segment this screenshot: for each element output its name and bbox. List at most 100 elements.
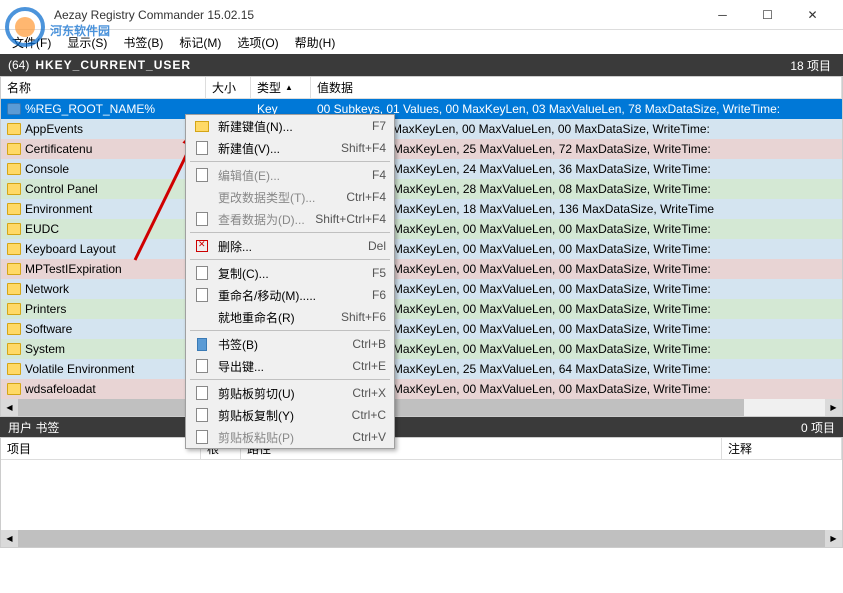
context-menu-item[interactable]: 删除... Del [186, 235, 394, 257]
folder-icon [7, 263, 21, 275]
col-name[interactable]: 名称 [1, 77, 206, 98]
bottom-header: 用户 书签 0 项目 [0, 417, 843, 437]
scroll-right-icon[interactable]: ▶ [825, 399, 842, 416]
bcol-project[interactable]: 项目 [1, 438, 201, 459]
row-name: Control Panel [25, 182, 98, 196]
registry-table: 名称 大小 类型 值数据 %REG_ROOT_NAME% Key 00 Subk… [0, 76, 843, 417]
table-row[interactable]: System 00 Values, 17 MaxKeyLen, 00 MaxVa… [1, 339, 842, 359]
table-row[interactable]: Printers 00 Values, 14 MaxKeyLen, 00 Max… [1, 299, 842, 319]
folder-icon [7, 303, 21, 315]
menu-shortcut: Ctrl+C [326, 408, 386, 422]
menu-label: 编辑值(E)... [218, 167, 318, 184]
table-row[interactable]: wdsafeloadat 00 Values, 15 MaxKeyLen, 00… [1, 379, 842, 399]
context-menu-item[interactable]: 重命名/移动(M).....F6 [186, 284, 394, 306]
context-menu-item[interactable]: 就地重命名(R)Shift+F6 [186, 306, 394, 328]
row-name: System [25, 342, 65, 356]
table-row[interactable]: Console 34 Values, 59 MaxKeyLen, 24 MaxV… [1, 159, 842, 179]
menu-view[interactable]: 显示(S) [59, 32, 115, 53]
bottom-count: 0 项目 [801, 419, 835, 436]
row-name: %REG_ROOT_NAME% [25, 102, 155, 116]
folder-icon [7, 143, 21, 155]
col-data[interactable]: 值数据 [311, 77, 842, 98]
menu-separator [190, 379, 390, 380]
menu-label: 就地重命名(R) [218, 309, 318, 326]
table-row[interactable]: Network 00 Values, 00 MaxKeyLen, 00 MaxV… [1, 279, 842, 299]
table-row[interactable]: AppEvents 00 Values, 11 MaxKeyLen, 00 Ma… [1, 119, 842, 139]
table-row[interactable]: Software 00 Values, 38 MaxKeyLen, 00 Max… [1, 319, 842, 339]
menu-label: 书签(B) [218, 336, 318, 353]
folder-icon [7, 183, 21, 195]
menu-icon [194, 140, 210, 156]
bottom-hscrollbar[interactable]: ◀ ▶ [1, 530, 842, 547]
scroll-left-icon[interactable]: ◀ [1, 530, 18, 547]
table-row[interactable]: MPTestIExpiration 00 Values, 00 MaxKeyLe… [1, 259, 842, 279]
table-body: %REG_ROOT_NAME% Key 00 Subkeys, 01 Value… [1, 99, 842, 399]
bcol-note[interactable]: 注释 [722, 438, 842, 459]
menu-label: 剪贴板复制(Y) [218, 407, 318, 424]
context-menu-item[interactable]: 新建键值(N)... F7 [186, 115, 394, 137]
folder-icon [7, 243, 21, 255]
context-menu-item[interactable]: 剪贴板剪切(U)Ctrl+X [186, 382, 394, 404]
menu-icon [194, 265, 210, 281]
folder-icon [7, 363, 21, 375]
menu-label: 删除... [218, 238, 318, 255]
context-menu-item[interactable]: 导出键...Ctrl+E [186, 355, 394, 377]
context-menu-item[interactable]: 书签(B)Ctrl+B [186, 333, 394, 355]
bookmark-body [1, 460, 842, 530]
close-button[interactable]: ✕ [790, 1, 835, 29]
hscrollbar[interactable]: ◀ ▶ [1, 399, 842, 416]
table-row[interactable]: Volatile Environment 08 Values, 01 MaxKe… [1, 359, 842, 379]
table-row[interactable]: Certificatenu 00 Values, 14 MaxKeyLen, 2… [1, 139, 842, 159]
menu-icon [194, 385, 210, 401]
menu-separator [190, 259, 390, 260]
menu-label: 剪贴板粘贴(P) [218, 429, 318, 446]
menu-help[interactable]: 帮助(H) [287, 32, 344, 53]
col-size[interactable]: 大小 [206, 77, 251, 98]
table-row[interactable]: Environment 05 Values, 00 MaxKeyLen, 18 … [1, 199, 842, 219]
context-menu-item[interactable]: 新建值(V)...Shift+F4 [186, 137, 394, 159]
menu-icon [194, 407, 210, 423]
menu-shortcut: Shift+Ctrl+F4 [315, 212, 386, 226]
context-menu-item[interactable]: 剪贴板复制(Y) Ctrl+C [186, 404, 394, 426]
menubar: 文件(F) 显示(S) 书签(B) 标记(M) 选项(O) 帮助(H) [0, 30, 843, 54]
folder-icon [7, 203, 21, 215]
row-name: Certificatenu [25, 142, 92, 156]
menu-options[interactable]: 选项(O) [229, 32, 286, 53]
menu-icon [194, 118, 210, 134]
menu-file[interactable]: 文件(F) [4, 32, 59, 53]
menu-shortcut: F7 [326, 119, 386, 133]
menu-shortcut: Ctrl+V [326, 430, 386, 444]
table-row[interactable]: Keyboard Layout 00 Values, 10 MaxKeyLen,… [1, 239, 842, 259]
menu-label: 新建键值(N)... [218, 118, 318, 135]
menu-mark[interactable]: 标记(M) [171, 32, 229, 53]
menu-icon [194, 189, 210, 205]
context-menu: 新建键值(N)...F7新建值(V)...Shift+F4编辑值(E)...F4… [185, 114, 395, 449]
minimize-button[interactable]: ─ [700, 1, 745, 29]
menu-bookmark[interactable]: 书签(B) [115, 32, 171, 53]
row-name: Environment [25, 202, 92, 216]
menu-label: 更改数据类型(T)... [218, 189, 318, 206]
table-row[interactable]: EUDC 00 Values, 03 MaxKeyLen, 00 MaxValu… [1, 219, 842, 239]
folder-icon [7, 383, 21, 395]
folder-icon [7, 343, 21, 355]
menu-icon [194, 309, 210, 325]
context-menu-item: 查看数据为(D)...Shift+Ctrl+F4 [186, 208, 394, 230]
key-icon [7, 103, 21, 115]
maximize-button[interactable]: ☐ [745, 1, 790, 29]
context-menu-item[interactable]: 复制(C)...F5 [186, 262, 394, 284]
scroll-left-icon[interactable]: ◀ [1, 399, 18, 416]
table-row[interactable]: Control Panel 01 Values, 15 MaxKeyLen, 2… [1, 179, 842, 199]
menu-icon [194, 167, 210, 183]
menu-shortcut: F5 [326, 266, 386, 280]
menu-icon [194, 211, 210, 227]
row-name: Software [25, 322, 72, 336]
col-type[interactable]: 类型 [251, 77, 311, 98]
table-row[interactable]: %REG_ROOT_NAME% Key 00 Subkeys, 01 Value… [1, 99, 842, 119]
menu-label: 重命名/移动(M)..... [218, 287, 318, 304]
menu-shortcut: Del [326, 239, 386, 253]
row-name: EUDC [25, 222, 59, 236]
folder-icon [7, 123, 21, 135]
scroll-right-icon[interactable]: ▶ [825, 530, 842, 547]
folder-icon [7, 323, 21, 335]
folder-icon [7, 223, 21, 235]
